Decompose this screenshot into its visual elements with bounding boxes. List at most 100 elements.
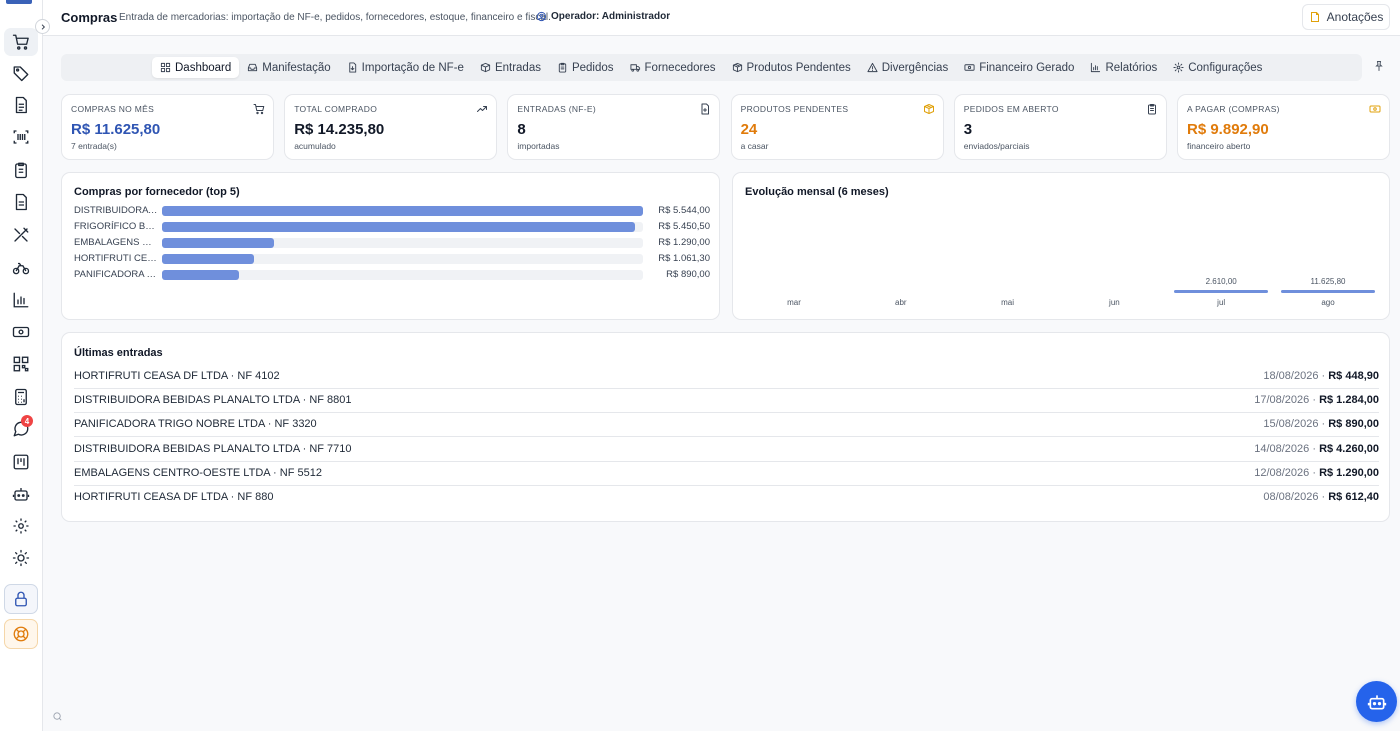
- robot-icon: [1367, 694, 1386, 709]
- kpi-label: TOTAL COMPRADO: [294, 104, 378, 114]
- sidebar-item-tools[interactable]: [4, 221, 38, 249]
- entry-date: 15/08/2026 ·: [1263, 418, 1329, 431]
- kpi-subtext: a casar: [740, 141, 769, 151]
- tab-divergencias[interactable]: Divergências: [859, 57, 956, 78]
- month-value: 2.610,00: [1205, 277, 1237, 286]
- supplier-bar-track: [162, 270, 643, 280]
- supplier-bar: [162, 238, 274, 248]
- sidebar-item-clipboard[interactable]: [4, 156, 38, 184]
- money-icon: [1369, 105, 1381, 113]
- entry-row[interactable]: PANIFICADORA TRIGO NOBRE LTDA · NF 3320 1…: [74, 413, 1379, 438]
- page-header: Compras Entrada de mercadorias: importaç…: [43, 0, 1400, 36]
- entry-row[interactable]: DISTRIBUIDORA BEBIDAS PLANALTO LTDA · NF…: [74, 438, 1379, 462]
- theme-toggle[interactable]: [4, 544, 38, 572]
- tab-importacao-de-nf-e[interactable]: Importação de NF-e: [339, 57, 472, 78]
- sidebar-item-board[interactable]: [4, 448, 38, 476]
- month-label: jun: [1109, 298, 1120, 307]
- sidebar-item-barcode[interactable]: [4, 123, 38, 151]
- supplier-bar: [162, 222, 635, 232]
- operator-label: Operador: Administrador: [551, 11, 671, 22]
- kpi-card-entradas-nf-e: ENTRADAS (NF-E) 8 importadas: [507, 94, 721, 160]
- file-import-icon: [348, 62, 356, 73]
- kpi-value: R$ 14.235,80: [294, 121, 385, 138]
- calculator-icon: [15, 388, 27, 406]
- tab-label: Divergências: [881, 61, 949, 74]
- barcode-icon: [13, 130, 29, 144]
- entry-row[interactable]: HORTIFRUTI CEASA DF LTDA · NF 880 08/08/2…: [74, 486, 1379, 510]
- kpi-label: PRODUTOS PENDENTES: [740, 104, 849, 114]
- entry-date: 08/08/2026 ·: [1263, 491, 1329, 503]
- kpi-label: PEDIDOS EM ABERTO: [963, 104, 1059, 114]
- tab-relatorios[interactable]: Relatórios: [1082, 57, 1165, 78]
- sidebar-item-chat[interactable]: 4: [4, 415, 38, 443]
- tab-produtos-pendentes[interactable]: Produtos Pendentes: [724, 57, 859, 78]
- clipboard-icon: [1147, 104, 1156, 115]
- month-column: 2.610,00 jul: [1174, 277, 1269, 307]
- qr-code-icon: [13, 356, 29, 372]
- kpi-icon-wrap: [476, 103, 488, 115]
- lock-icon: [15, 591, 27, 607]
- assistant-button[interactable]: [1356, 681, 1397, 722]
- tab-label: Produtos Pendentes: [746, 61, 851, 74]
- sidebar-item-finance[interactable]: [4, 318, 38, 346]
- cart-icon: [12, 34, 29, 50]
- tab-fornecedores[interactable]: Fornecedores: [622, 57, 724, 78]
- lock-button[interactable]: [4, 584, 38, 614]
- suppliers-chart-title: Compras por fornecedor (top 5): [74, 186, 240, 198]
- kpi-subtext: enviados/parciais: [963, 141, 1030, 151]
- entry-row[interactable]: DISTRIBUIDORA BEBIDAS PLANALTO LTDA · NF…: [74, 389, 1379, 414]
- clipboard-icon: [15, 162, 27, 179]
- entry-amount: R$ 4.260,00: [1319, 442, 1379, 455]
- month-column: mar: [747, 293, 841, 307]
- sidebar-item-qr[interactable]: [4, 350, 38, 378]
- sidebar-item-compras[interactable]: [4, 28, 38, 56]
- supplier-name: DISTRIBUIDORA ...: [74, 205, 158, 216]
- tab-label: Pedidos: [571, 61, 614, 74]
- app-logo: [6, 0, 32, 4]
- sidebar-item-documents[interactable]: [4, 91, 38, 119]
- tab-dashboard[interactable]: Dashboard: [152, 57, 240, 78]
- last-entries-title: Últimas entradas: [74, 347, 163, 359]
- bar-chart-icon: [1091, 62, 1101, 73]
- search-button[interactable]: [52, 711, 63, 725]
- sidebar-item-robot[interactable]: [4, 480, 38, 508]
- sidebar-item-delivery[interactable]: [4, 254, 38, 282]
- supplier-name: EMBALAGENS CE...: [74, 237, 158, 248]
- tab-pedidos[interactable]: Pedidos: [549, 57, 622, 78]
- user-circle-icon: [536, 11, 547, 22]
- entry-row[interactable]: EMBALAGENS CENTRO-OESTE LTDA · NF 5512 12…: [74, 462, 1379, 486]
- entry-supplier: DISTRIBUIDORA BEBIDAS PLANALTO LTDA · NF…: [74, 394, 352, 407]
- sidebar-toggle[interactable]: [35, 19, 50, 34]
- tab-configuracoes[interactable]: Configurações: [1165, 57, 1270, 78]
- tab-label: Relatórios: [1105, 61, 1158, 74]
- entry-supplier: PANIFICADORA TRIGO NOBRE LTDA · NF 3320: [74, 418, 317, 431]
- tab-entradas[interactable]: Entradas: [472, 57, 549, 78]
- sidebar-item-file-text[interactable]: [4, 188, 38, 216]
- bar-chart-icon: [13, 292, 29, 308]
- sidebar-item-settings[interactable]: [4, 512, 38, 540]
- grid-icon: [160, 62, 171, 73]
- month-bar: [1174, 290, 1269, 293]
- monthly-chart-title: Evolução mensal (6 meses): [745, 186, 889, 198]
- robot-icon: [12, 488, 30, 501]
- tab-manifestacao[interactable]: Manifestação: [239, 57, 338, 78]
- entry-row[interactable]: HORTIFRUTI CEASA DF LTDA · NF 4102 18/08/…: [74, 365, 1379, 389]
- package-icon: [923, 104, 934, 114]
- sidebar-item-reports[interactable]: [4, 286, 38, 314]
- sun-icon: [12, 549, 30, 567]
- notes-button[interactable]: Anotações: [1302, 4, 1390, 30]
- tab-financeiro-gerado[interactable]: Financeiro Gerado: [956, 57, 1082, 78]
- month-label: mai: [1001, 298, 1015, 307]
- sidebar-item-tags[interactable]: [4, 59, 38, 87]
- truck-icon: [629, 64, 640, 72]
- kpi-subtext: importadas: [517, 141, 560, 151]
- supplier-value: R$ 890,00: [666, 269, 710, 280]
- sidebar-item-calculator[interactable]: [4, 383, 38, 411]
- month-label: jul: [1217, 298, 1226, 307]
- warning-icon: [867, 62, 878, 73]
- tag-icon: [13, 66, 29, 82]
- supplier-value: R$ 1.061,30: [658, 253, 710, 264]
- money-icon: [964, 64, 975, 71]
- support-button[interactable]: [4, 619, 38, 649]
- pin-button[interactable]: [1373, 60, 1385, 75]
